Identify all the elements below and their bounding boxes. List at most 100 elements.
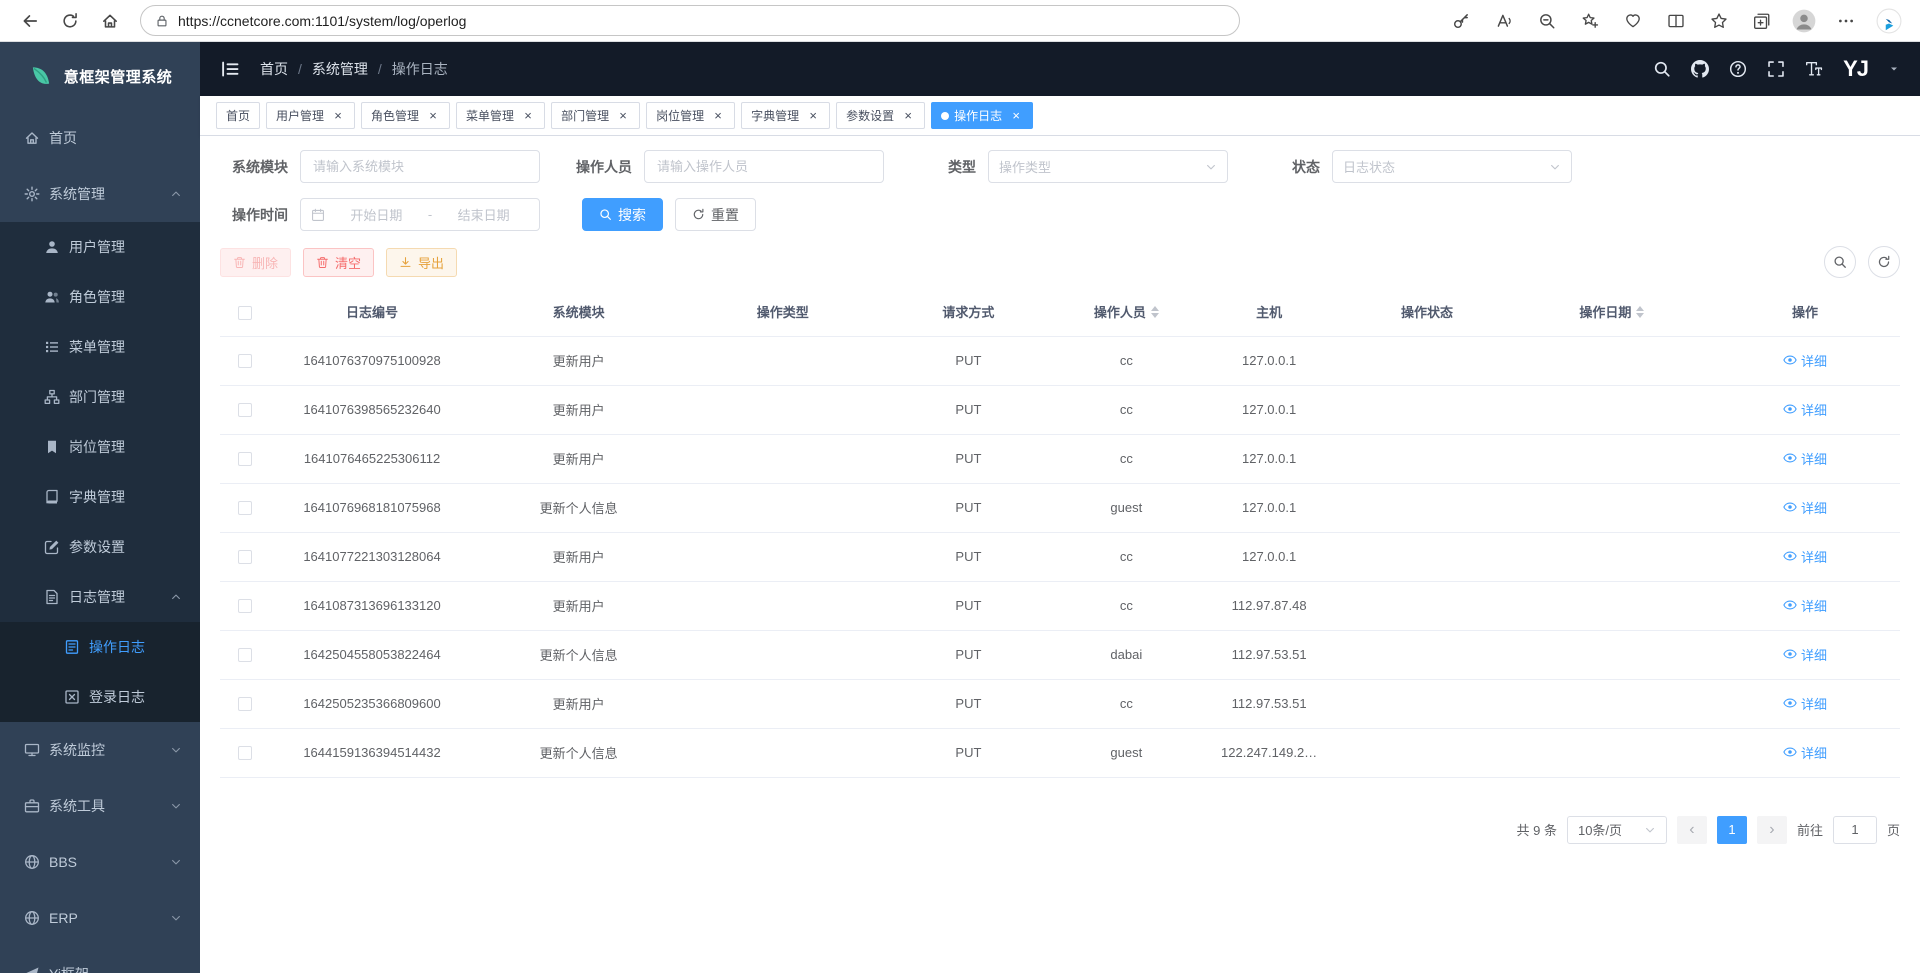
sidebar-item-post-management[interactable]: 岗位管理 (0, 422, 200, 472)
close-icon[interactable]: × (426, 109, 440, 123)
col-op-date[interactable]: 操作日期 (1514, 288, 1711, 336)
sidebar-item-system-tools[interactable]: 系统工具 (0, 778, 200, 834)
detail-link[interactable]: 详细 (1783, 449, 1827, 468)
close-icon[interactable]: × (616, 109, 630, 123)
sidebar-item-bbs[interactable]: BBS (0, 834, 200, 890)
detail-link[interactable]: 详细 (1783, 498, 1827, 517)
tab-operation-log[interactable]: 操作日志× (931, 102, 1033, 129)
sort-icon[interactable] (1151, 306, 1159, 318)
goto-page-input[interactable] (1833, 816, 1877, 844)
sidebar-item-menu-management[interactable]: 菜单管理 (0, 322, 200, 372)
detail-link[interactable]: 详细 (1783, 694, 1827, 713)
github-icon[interactable] (1691, 60, 1709, 78)
sidebar-item-erp[interactable]: ERP (0, 890, 200, 946)
close-icon[interactable]: × (1009, 109, 1023, 123)
sidebar-item-role-management[interactable]: 角色管理 (0, 272, 200, 322)
favorites-button[interactable] (1704, 4, 1734, 38)
password-manager-button[interactable] (1446, 4, 1476, 38)
row-checkbox[interactable] (238, 697, 252, 711)
read-aloud-button[interactable] (1489, 4, 1519, 38)
search-button[interactable]: 搜索 (582, 198, 663, 231)
sidebar-item-dept-management[interactable]: 部门管理 (0, 372, 200, 422)
row-checkbox[interactable] (238, 550, 252, 564)
page-1-button[interactable]: 1 (1717, 816, 1747, 844)
clear-button[interactable]: 清空 (303, 248, 374, 277)
row-checkbox[interactable] (238, 648, 252, 662)
browser-profile-avatar[interactable] (1790, 7, 1818, 35)
row-checkbox[interactable] (238, 403, 252, 417)
sidebar-item-dict-management[interactable]: 字典管理 (0, 472, 200, 522)
help-icon[interactable] (1729, 60, 1747, 78)
select-all-checkbox[interactable] (238, 306, 252, 320)
sidebar-item-param-settings[interactable]: 参数设置 (0, 522, 200, 572)
tab-menu-management[interactable]: 菜单管理× (456, 102, 545, 129)
split-screen-button[interactable] (1661, 4, 1691, 38)
caret-down-icon[interactable] (1888, 63, 1900, 75)
tab-role-management[interactable]: 角色管理× (361, 102, 450, 129)
sidebar-item-system-monitor[interactable]: 系统监控 (0, 722, 200, 778)
browser-home-button[interactable] (92, 4, 128, 38)
breadcrumb-item[interactable]: 操作日志 (392, 59, 448, 79)
user-avatar-logo[interactable]: YJ (1843, 56, 1868, 82)
tab-post-management[interactable]: 岗位管理× (646, 102, 735, 129)
reset-button[interactable]: 重置 (675, 198, 756, 231)
module-input[interactable] (300, 150, 540, 183)
add-favorite-button[interactable] (1575, 4, 1605, 38)
detail-link[interactable]: 详细 (1783, 351, 1827, 370)
browser-refresh-button[interactable] (52, 4, 88, 38)
close-icon[interactable]: × (521, 109, 535, 123)
browser-menu-button[interactable] (1831, 4, 1861, 38)
prev-page-button[interactable]: ‹ (1677, 816, 1707, 844)
row-checkbox[interactable] (238, 354, 252, 368)
next-page-button[interactable]: › (1757, 816, 1787, 844)
header-search-icon[interactable] (1653, 60, 1671, 78)
browser-essentials-button[interactable] (1618, 4, 1648, 38)
status-select[interactable]: 日志状态 (1332, 150, 1572, 183)
zoom-button[interactable] (1532, 4, 1562, 38)
detail-link[interactable]: 详细 (1783, 596, 1827, 615)
sidebar-item-user-management[interactable]: 用户管理 (0, 222, 200, 272)
bing-chat-button[interactable] (1874, 4, 1904, 38)
fullscreen-icon[interactable] (1767, 60, 1785, 78)
tab-param-settings[interactable]: 参数设置× (836, 102, 925, 129)
close-icon[interactable]: × (901, 109, 915, 123)
tab-home[interactable]: 首页 (216, 102, 260, 129)
browser-back-button[interactable] (12, 4, 48, 38)
close-icon[interactable]: × (806, 109, 820, 123)
operator-input[interactable] (644, 150, 884, 183)
page-size-select[interactable]: 10条/页 (1567, 816, 1667, 844)
breadcrumb-item[interactable]: 首页 (260, 59, 288, 79)
app-logo[interactable]: 意框架管理系统 (0, 42, 200, 110)
refresh-table-button[interactable] (1868, 246, 1900, 278)
detail-link[interactable]: 详细 (1783, 400, 1827, 419)
delete-button[interactable]: 删除 (220, 248, 291, 277)
detail-link[interactable]: 详细 (1783, 547, 1827, 566)
breadcrumb-item[interactable]: 系统管理 (312, 59, 368, 79)
tab-user-management[interactable]: 用户管理× (266, 102, 355, 129)
close-icon[interactable]: × (711, 109, 725, 123)
col-operator[interactable]: 操作人员 (1055, 288, 1198, 336)
tab-dept-management[interactable]: 部门管理× (551, 102, 640, 129)
sidebar-collapse-button[interactable] (220, 59, 240, 79)
row-checkbox[interactable] (238, 746, 252, 760)
toggle-search-button[interactable] (1824, 246, 1856, 278)
row-checkbox[interactable] (238, 452, 252, 466)
address-bar[interactable]: https://ccnetcore.com:1101/system/log/op… (140, 5, 1240, 36)
export-button[interactable]: 导出 (386, 248, 457, 277)
sidebar-item-login-log[interactable]: 登录日志 (0, 672, 200, 722)
collections-button[interactable] (1747, 4, 1777, 38)
tab-dict-management[interactable]: 字典管理× (741, 102, 830, 129)
date-range-input[interactable]: 开始日期 - 结束日期 (300, 198, 540, 231)
font-size-icon[interactable] (1805, 60, 1823, 78)
row-checkbox[interactable] (238, 501, 252, 515)
sort-icon[interactable] (1636, 306, 1644, 318)
row-checkbox[interactable] (238, 599, 252, 613)
sidebar-item-system-management[interactable]: 系统管理 (0, 166, 200, 222)
sidebar-item-log-management[interactable]: 日志管理 (0, 572, 200, 622)
detail-link[interactable]: 详细 (1783, 743, 1827, 762)
type-select[interactable]: 操作类型 (988, 150, 1228, 183)
detail-link[interactable]: 详细 (1783, 645, 1827, 664)
sidebar-item-yi-framework[interactable]: Yi框架 (0, 946, 200, 973)
sidebar-item-home[interactable]: 首页 (0, 110, 200, 166)
sidebar-item-operation-log[interactable]: 操作日志 (0, 622, 200, 672)
